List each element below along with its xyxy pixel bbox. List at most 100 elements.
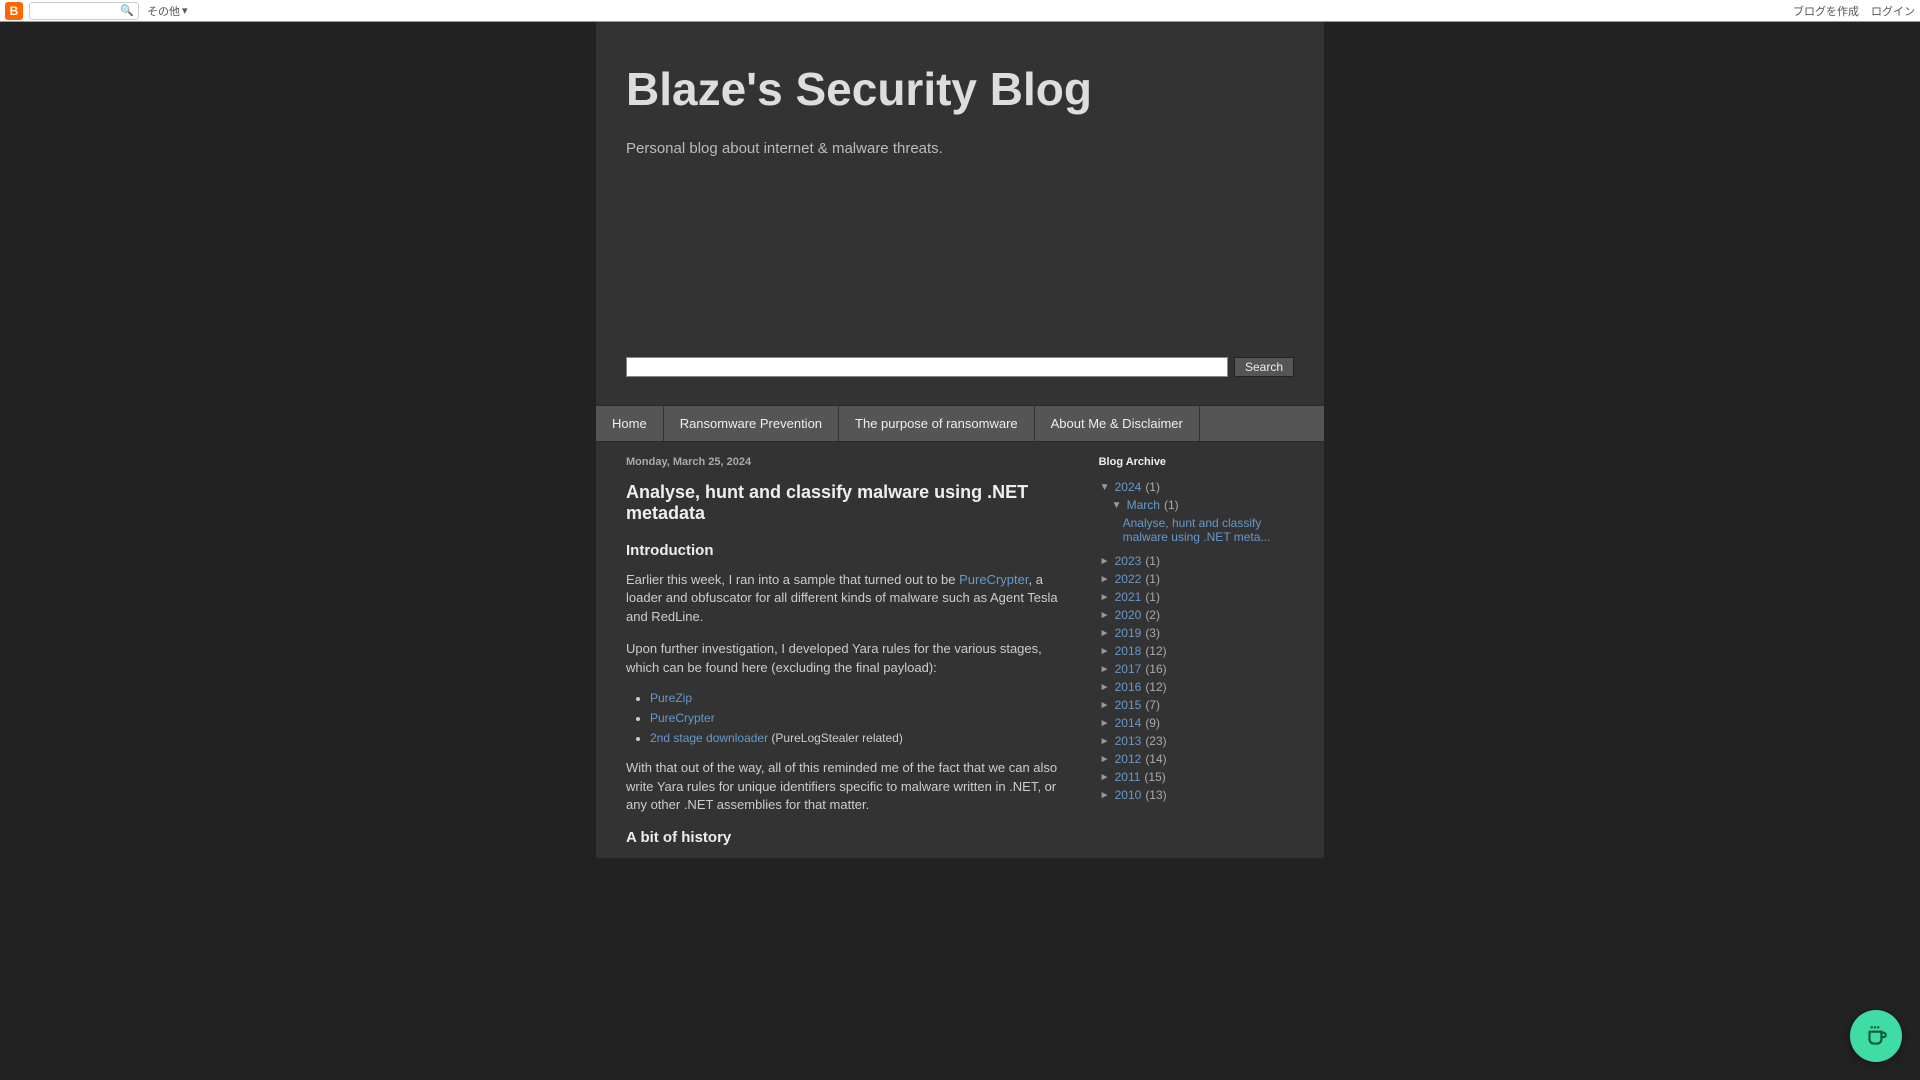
columns: Monday, March 25, 2024 Analyse, hunt and…: [626, 456, 1294, 858]
archive-year-collapsed: ► 2019(3): [1099, 626, 1294, 640]
archive-year-link[interactable]: 2017: [1115, 662, 1142, 676]
archive-post-link[interactable]: Analyse, hunt and classify malware using…: [1123, 516, 1271, 544]
archive-year-link[interactable]: 2016: [1115, 680, 1142, 694]
topbar-search[interactable]: 🔍: [29, 2, 139, 20]
archive-year-link[interactable]: 2015: [1115, 698, 1142, 712]
archive-year-count: (15): [1144, 770, 1165, 784]
topbar-more-label: その他: [147, 3, 180, 19]
archive-year-collapsed: ► 2011(15): [1099, 770, 1294, 784]
stage2-link[interactable]: 2nd stage downloader: [650, 731, 768, 745]
collapse-icon[interactable]: ▼: [1111, 500, 1123, 511]
archive-year-collapsed: ►2015(7): [1099, 698, 1294, 712]
archive-year-link[interactable]: 2012: [1115, 752, 1142, 766]
para1-pre: Earlier this week, I ran into a sample t…: [626, 572, 959, 587]
archive-year-expanded: ▼ 2024 (1): [1099, 480, 1294, 494]
main-column: Monday, March 25, 2024 Analyse, hunt and…: [626, 456, 1065, 858]
purecrypter-link[interactable]: PureCrypter: [959, 572, 1028, 587]
archive-year-link[interactable]: 2024: [1115, 480, 1142, 494]
archive-year-count: (13): [1145, 788, 1166, 802]
list-item: PureZip: [650, 691, 1065, 705]
blog-title[interactable]: Blaze's Security Blog: [626, 62, 1294, 116]
blogger-topbar: 🔍 その他 ▾ ブログを作成 ログイン: [0, 0, 1920, 22]
archive-year-collapsed: ► 2021(1): [1099, 590, 1294, 604]
post-para-3: With that out of the way, all of this re…: [626, 759, 1065, 814]
purecrypter-list-link[interactable]: PureCrypter: [650, 711, 715, 725]
intro-heading: Introduction: [626, 542, 1065, 559]
expand-icon[interactable]: ►: [1099, 556, 1111, 567]
topbar-more-dropdown[interactable]: その他 ▾: [147, 3, 188, 19]
archive-year-collapsed: ►2023(1): [1099, 554, 1294, 568]
archive-year-count: (3): [1145, 626, 1160, 640]
coffee-cup-icon: [1863, 1023, 1889, 1049]
nav-ransomware-prevention[interactable]: Ransomware Prevention: [664, 406, 839, 441]
expand-icon[interactable]: ►: [1099, 646, 1111, 657]
archive-year-link[interactable]: 2020: [1115, 608, 1142, 622]
archive-year-count: (2): [1145, 608, 1160, 622]
nav-tabs: Home Ransomware Prevention The purpose o…: [596, 405, 1324, 442]
page-container: Blaze's Security Blog Personal blog abou…: [596, 22, 1324, 858]
buy-me-a-coffee-button[interactable]: [1850, 1010, 1902, 1062]
archive-year-link[interactable]: 2019: [1115, 626, 1142, 640]
archive-year-link[interactable]: 2021: [1115, 590, 1142, 604]
history-heading: A bit of history: [626, 829, 1065, 846]
post-title[interactable]: Analyse, hunt and classify malware using…: [626, 482, 1065, 524]
expand-icon[interactable]: ►: [1099, 610, 1111, 621]
archive-year-collapsed: ►2014(9): [1099, 716, 1294, 730]
archive-year-link[interactable]: 2023: [1115, 554, 1142, 568]
archive-year-link[interactable]: 2014: [1115, 716, 1142, 730]
search-button[interactable]: Search: [1234, 357, 1294, 377]
nav-purpose-of-ransomware[interactable]: The purpose of ransomware: [839, 406, 1035, 441]
archive-year-collapsed: ►2013(23): [1099, 734, 1294, 748]
post-para-1: Earlier this week, I ran into a sample t…: [626, 571, 1065, 626]
archive-year-collapsed: ► 2020(2): [1099, 608, 1294, 622]
collapse-icon[interactable]: ▼: [1099, 482, 1111, 493]
search-icon: 🔍: [120, 4, 134, 17]
expand-icon[interactable]: ►: [1099, 664, 1111, 675]
blogger-icon[interactable]: [5, 2, 23, 20]
purezip-link[interactable]: PureZip: [650, 691, 692, 705]
expand-icon[interactable]: ►: [1099, 700, 1111, 711]
archive-year-count: (1): [1145, 480, 1160, 494]
sidebar: Blog Archive ▼ 2024 (1) ▼ March (1) Anal…: [1099, 456, 1294, 858]
archive-year-link[interactable]: 2022: [1115, 572, 1142, 586]
archive-years-list: ►2023(1)►2022(1)►2021(1)►2020(2)►2019(3)…: [1099, 554, 1294, 802]
archive-year-link[interactable]: 2010: [1115, 788, 1142, 802]
blog-subtitle: Personal blog about internet & malware t…: [626, 140, 1294, 157]
create-blog-link[interactable]: ブログを作成: [1793, 3, 1859, 19]
blog-archive-heading: Blog Archive: [1099, 456, 1294, 468]
expand-icon[interactable]: ►: [1099, 592, 1111, 603]
archive-year-count: (1): [1145, 590, 1160, 604]
post-list: PureZip PureCrypter 2nd stage downloader…: [650, 691, 1065, 745]
nav-home[interactable]: Home: [596, 406, 664, 441]
expand-icon[interactable]: ►: [1099, 574, 1111, 585]
archive-year-collapsed: ►2016(12): [1099, 680, 1294, 694]
expand-icon[interactable]: ►: [1099, 682, 1111, 693]
expand-icon[interactable]: ►: [1099, 628, 1111, 639]
expand-icon[interactable]: ►: [1099, 754, 1111, 765]
archive-year-collapsed: ► 2017(16): [1099, 662, 1294, 676]
archive-year-count: (12): [1145, 644, 1166, 658]
list-item: 2nd stage downloader (PureLogStealer rel…: [650, 731, 1065, 745]
archive-tree: ▼ 2024 (1) ▼ March (1) Analyse, hunt and…: [1099, 480, 1294, 802]
nav-about[interactable]: About Me & Disclaimer: [1035, 406, 1200, 441]
archive-year-collapsed: ► 2022(1): [1099, 572, 1294, 586]
expand-icon[interactable]: ►: [1099, 790, 1111, 801]
search-input[interactable]: [626, 357, 1228, 377]
list-item: PureCrypter: [650, 711, 1065, 725]
archive-year-link[interactable]: 2011: [1115, 770, 1141, 784]
post-date: Monday, March 25, 2024: [626, 456, 1065, 468]
archive-year-count: (1): [1145, 572, 1160, 586]
archive-year-link[interactable]: 2013: [1115, 734, 1142, 748]
archive-year-collapsed: ►2012(14): [1099, 752, 1294, 766]
expand-icon[interactable]: ►: [1099, 718, 1111, 729]
archive-post-link-row: Analyse, hunt and classify malware using…: [1123, 516, 1294, 544]
login-link[interactable]: ログイン: [1871, 3, 1915, 19]
expand-icon[interactable]: ►: [1099, 772, 1111, 783]
archive-year-link[interactable]: 2018: [1115, 644, 1142, 658]
archive-year-count: (16): [1145, 662, 1166, 676]
search-row: Search: [626, 357, 1294, 377]
chevron-down-icon: ▾: [182, 4, 188, 17]
archive-year-collapsed: ► 2010(13): [1099, 788, 1294, 802]
expand-icon[interactable]: ►: [1099, 736, 1111, 747]
archive-month-link[interactable]: March: [1127, 498, 1160, 512]
